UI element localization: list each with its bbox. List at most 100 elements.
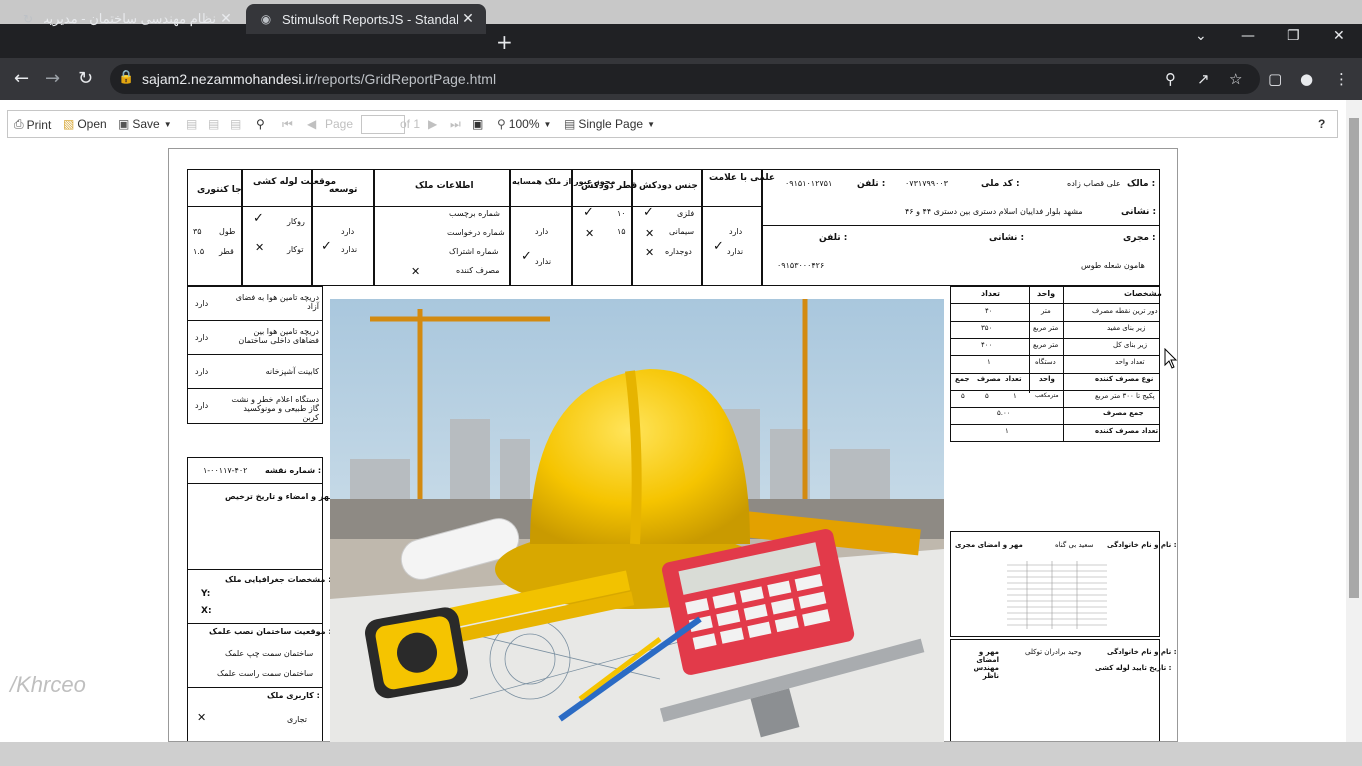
supervisor-title: مهر و امضای مهندس ناظر xyxy=(973,648,999,680)
full-screen-icon[interactable]: ▣ xyxy=(472,117,483,131)
owner-value: علی قصاب زاده xyxy=(1067,179,1121,188)
zoom-button[interactable]: ⚲ 100% ▼ xyxy=(497,117,551,131)
view-mode-button[interactable]: ▤ Single Page ▼ xyxy=(564,117,655,131)
chimney-type-header: جنس دودکش xyxy=(639,181,698,191)
tab-title: نظام مهندسی ساختمان - مدیریت پ xyxy=(44,11,216,26)
zoom-icon[interactable]: ⚲ xyxy=(1165,70,1176,88)
globe-icon: ◉ xyxy=(260,12,272,26)
box-divider xyxy=(187,623,323,624)
concealed-label: توکار xyxy=(287,245,304,254)
list-item-label: دریچه تامین هوا بین فضاهای داخلی ساختمان xyxy=(238,327,319,345)
share-icon[interactable]: ↗ xyxy=(1197,70,1210,88)
sign-has-not: ندارد xyxy=(727,247,744,256)
page-label: Page xyxy=(325,117,354,131)
consumer-unit-header: واحد xyxy=(1039,375,1055,383)
national-id-value: ۰۷۳۱۷۹۹۰۰۳ xyxy=(905,179,948,188)
bookmarks-icon[interactable]: ▤ xyxy=(230,117,241,131)
list-item-value: دارد xyxy=(195,367,209,376)
chevron-down-icon: ▼ xyxy=(543,119,552,129)
profile-icon[interactable]: ● xyxy=(1300,70,1313,88)
owner-phone-label: تلفن : xyxy=(857,179,886,189)
side-panel-icon[interactable]: ▢ xyxy=(1268,70,1282,88)
double-wall-label: دوجداره xyxy=(665,247,692,256)
executor-phone-label: تلفن : xyxy=(819,233,848,243)
zoom-label: 100% xyxy=(508,117,540,131)
executor-phone-value: ۰۹۱۵۳۰۰۰۴۲۶ xyxy=(777,261,825,270)
diameter-value: ۱.۵ xyxy=(193,247,205,256)
find-icon[interactable]: ⚲ xyxy=(256,117,265,131)
list-item-value: دارد xyxy=(195,333,209,342)
save-button[interactable]: ▣ Save ▼ xyxy=(118,117,172,131)
box-divider xyxy=(187,569,323,570)
lock-icon[interactable]: 🔒 xyxy=(118,70,134,85)
list-divider xyxy=(187,388,323,389)
open-button[interactable]: ▧ Open xyxy=(63,117,107,131)
prev-page-icon[interactable]: ◀ xyxy=(307,117,316,131)
cross-icon: ✕ xyxy=(197,711,207,724)
page-number-input[interactable] xyxy=(361,115,405,134)
diameter-label: قطر xyxy=(219,247,234,256)
package-sum: ۵ xyxy=(961,392,965,400)
close-icon[interactable]: ✕ xyxy=(216,11,236,27)
position-label: موقعیت ساختمان نصب علمک : xyxy=(209,627,332,636)
tab-search-icon[interactable]: ⌄ xyxy=(1195,28,1207,44)
tab-nezam[interactable]: ↻ نظام مهندسی ساختمان - مدیریت پ ✕ xyxy=(8,4,244,34)
permit-has-not: ندارد xyxy=(535,257,552,266)
check-icon: ✓ xyxy=(713,239,724,254)
tab-title: Stimulsoft ReportsJS - Standalone xyxy=(282,11,458,27)
help-button[interactable]: ? xyxy=(1318,117,1325,131)
spec-row-unit: متر مربع xyxy=(1033,324,1059,332)
minimize-icon[interactable]: — xyxy=(1241,28,1255,44)
restore-icon[interactable]: ❐ xyxy=(1287,28,1300,44)
specs-row-line xyxy=(950,407,1160,409)
watermark: /Khrceo xyxy=(10,672,86,697)
close-icon[interactable]: ✕ xyxy=(458,11,478,27)
spec-row-value: ۱ xyxy=(987,358,991,366)
url-path: /reports/GridReportPage.html xyxy=(313,71,497,87)
print-button[interactable]: ⎙ Print xyxy=(14,117,51,132)
meter-place-header: جا کنتوری xyxy=(197,185,242,195)
scrollbar-thumb[interactable] xyxy=(1349,118,1359,598)
view-mode-label: Single Page xyxy=(578,117,644,131)
url-text[interactable]: sajam2.nezammohandesi.ir/reports/GridRep… xyxy=(142,71,496,87)
specs-row-line xyxy=(950,355,1160,357)
folder-icon: ▧ xyxy=(63,117,75,131)
owner-divider xyxy=(761,225,1160,226)
cement-label: سیمانی xyxy=(669,227,695,236)
next-page-icon[interactable]: ▶ xyxy=(428,117,437,131)
package-label: پکیج تا ۳۰۰ متر مربع xyxy=(1095,392,1155,400)
cross-icon: ✕ xyxy=(645,227,655,240)
map-no-label: شماره نقشه : xyxy=(265,466,322,475)
menu-icon[interactable]: ⋮ xyxy=(1334,70,1349,88)
tab-stimulsoft[interactable]: ◉ Stimulsoft ReportsJS - Standalone ✕ xyxy=(246,4,486,34)
executor-value: هامون شعله طوس xyxy=(1081,261,1145,270)
tag-no-label: شماره برچسب xyxy=(449,209,500,218)
stamp-image xyxy=(1007,561,1107,629)
last-page-icon[interactable]: ⏭ xyxy=(450,117,461,132)
specs-row-line xyxy=(950,337,1160,339)
window-close-icon[interactable]: ✕ xyxy=(1333,28,1345,44)
back-icon[interactable]: ← xyxy=(14,68,29,89)
bookmark-star-icon[interactable]: ☆ xyxy=(1229,70,1242,88)
pipe-position-header: موقعیت لوله کشی xyxy=(253,177,337,187)
cross-icon: ✕ xyxy=(411,265,421,278)
spec-row-label: زیر بنای مفید xyxy=(1107,324,1146,332)
url-domain: sajam2.nezammohandesi.ir xyxy=(142,71,314,87)
parameters-icon[interactable]: ▤ xyxy=(186,117,197,131)
reload-icon[interactable]: ↻ xyxy=(78,68,93,89)
magnifier-icon: ⚲ xyxy=(497,117,506,131)
new-tab-button[interactable]: + xyxy=(496,30,513,54)
check-icon: ✓ xyxy=(321,239,332,254)
construction-photo xyxy=(330,299,944,742)
loading-icon: ↻ xyxy=(22,12,34,26)
spec-row-label: دور ترین نقطه مصرف xyxy=(1092,307,1158,315)
executor-label: مجری : xyxy=(1123,233,1156,243)
specs-row-line xyxy=(950,424,1160,426)
forward-icon[interactable]: → xyxy=(45,68,60,89)
resources-icon[interactable]: ▤ xyxy=(208,117,219,131)
consumer-count-header: تعداد xyxy=(1005,375,1022,383)
chimney-diameter-header: قطر دودکش xyxy=(581,181,638,191)
check-icon: ✓ xyxy=(583,205,594,220)
box-divider xyxy=(187,483,323,484)
first-page-icon[interactable]: ⏮ xyxy=(282,117,293,132)
